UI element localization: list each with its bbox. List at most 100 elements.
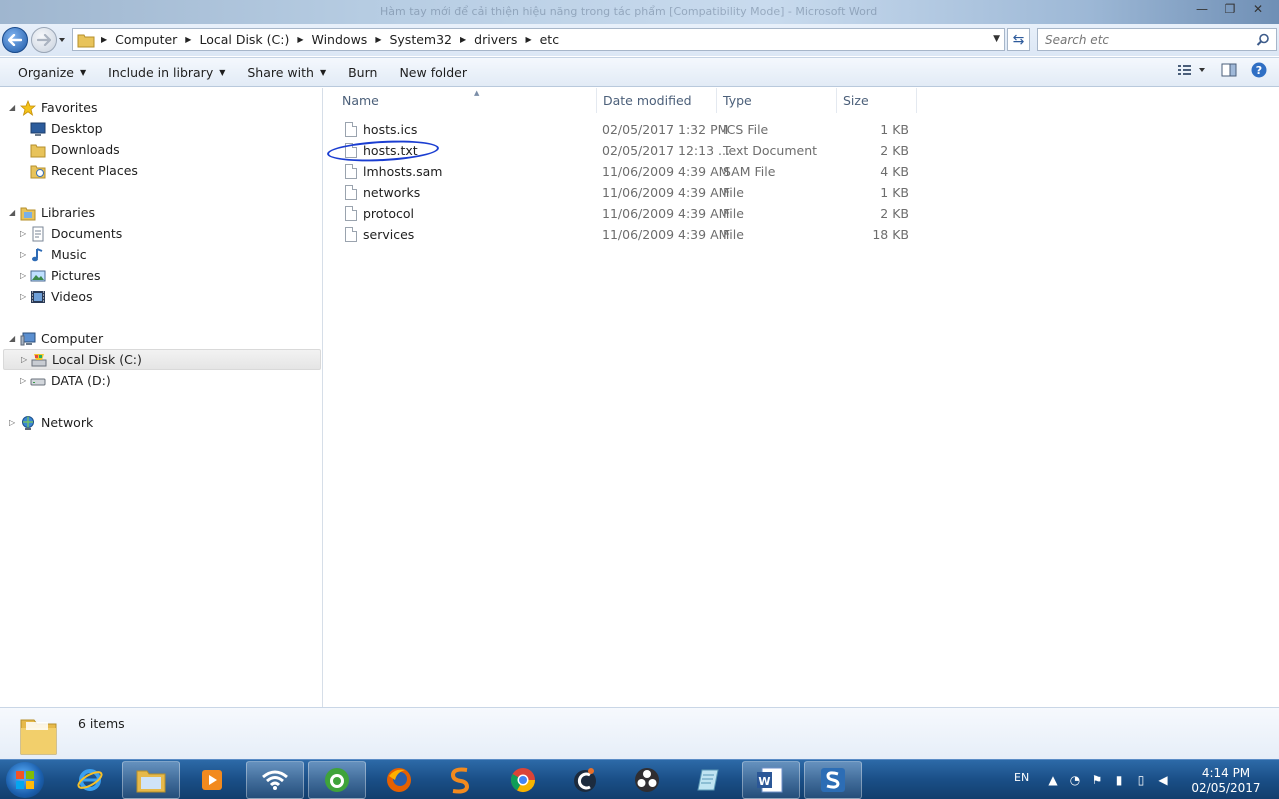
column-header-type[interactable]: Type xyxy=(717,88,837,113)
nav-data-disk[interactable]: ▷ DATA (D:) xyxy=(0,370,320,391)
taskbar-sublime[interactable] xyxy=(431,761,489,799)
column-header-name[interactable]: Name ▲ xyxy=(336,88,597,113)
breadcrumb: ▶ Computer ▶ Local Disk (C:) ▶ Windows ▶… xyxy=(95,29,565,50)
breadcrumb-drivers[interactable]: drivers xyxy=(468,32,523,47)
taskbar-wifi-app[interactable] xyxy=(246,761,304,799)
taskbar-internet-explorer[interactable] xyxy=(61,761,119,799)
expanded-arrow-icon[interactable]: ◢ xyxy=(9,334,19,343)
taskbar-ccleaner[interactable] xyxy=(556,761,614,799)
taskbar-word[interactable]: W xyxy=(742,761,800,799)
nav-computer[interactable]: ◢ Computer xyxy=(0,328,320,349)
nav-recent-places-label: Recent Places xyxy=(51,163,138,178)
chevron-down-icon: ▼ xyxy=(219,67,226,77)
file-row[interactable]: protocol 11/06/2009 4:39 AM File 2 KB xyxy=(342,203,922,224)
breadcrumb-separator-icon[interactable]: ▶ xyxy=(523,35,533,44)
nav-local-disk-label: Local Disk (C:) xyxy=(52,352,142,367)
nav-libraries[interactable]: ◢ Libraries xyxy=(0,202,320,223)
collapsed-arrow-icon[interactable]: ▷ xyxy=(20,250,30,259)
taskbar-media-player[interactable] xyxy=(183,761,241,799)
file-icon xyxy=(345,164,357,179)
preview-pane-icon[interactable] xyxy=(1221,63,1237,77)
maximize-button[interactable]: ❐ xyxy=(1217,0,1243,18)
breadcrumb-separator-icon[interactable]: ▶ xyxy=(373,35,383,44)
collapsed-arrow-icon[interactable]: ▷ xyxy=(20,229,30,238)
close-button[interactable]: ✕ xyxy=(1245,0,1271,18)
breadcrumb-system32[interactable]: System32 xyxy=(383,32,458,47)
new-folder-button[interactable]: New folder xyxy=(388,58,478,86)
minimize-button[interactable]: — xyxy=(1189,0,1215,18)
nav-desktop[interactable]: Desktop xyxy=(0,118,320,139)
nav-network[interactable]: ▷ Network xyxy=(0,412,320,433)
nav-music[interactable]: ▷ Music xyxy=(0,244,320,265)
file-row[interactable]: lmhosts.sam 11/06/2009 4:39 AM SAM File … xyxy=(342,161,922,182)
drive-icon xyxy=(30,378,46,385)
show-hidden-icons-icon[interactable]: ▲ xyxy=(1045,772,1061,788)
breadcrumb-computer[interactable]: Computer xyxy=(109,32,183,47)
signal-bars-icon[interactable]: ▮ xyxy=(1111,772,1127,788)
file-row[interactable]: hosts.ics 02/05/2017 1:32 PM ICS File 1 … xyxy=(342,119,922,140)
breadcrumb-separator-icon[interactable]: ▶ xyxy=(458,35,468,44)
organize-button[interactable]: Organize ▼ xyxy=(0,58,97,86)
recent-pages-chevron-icon[interactable] xyxy=(58,36,66,44)
address-dropdown-icon[interactable]: ▼ xyxy=(993,34,1000,44)
nav-pictures[interactable]: ▷ Pictures xyxy=(0,265,320,286)
breadcrumb-etc[interactable]: etc xyxy=(534,32,565,47)
collapsed-arrow-icon[interactable]: ▷ xyxy=(20,292,30,301)
taskbar-chrome[interactable] xyxy=(494,761,552,799)
nav-documents[interactable]: ▷ Documents xyxy=(0,223,320,244)
nav-data-disk-label: DATA (D:) xyxy=(51,373,111,388)
file-row[interactable]: networks 11/06/2009 4:39 AM File 1 KB xyxy=(342,182,922,203)
start-button[interactable] xyxy=(6,762,44,798)
help-icon[interactable]: ? xyxy=(1251,62,1267,78)
clock[interactable]: 4:14 PM 02/05/2017 xyxy=(1190,766,1262,796)
taskbar-notes[interactable] xyxy=(680,761,738,799)
nav-recent-places[interactable]: Recent Places xyxy=(0,160,320,181)
breadcrumb-separator-icon[interactable]: ▶ xyxy=(183,35,193,44)
expanded-arrow-icon[interactable]: ◢ xyxy=(9,103,19,112)
taskbar-explorer[interactable] xyxy=(122,761,180,799)
burn-button[interactable]: Burn xyxy=(337,58,388,86)
breadcrumb-windows[interactable]: Windows xyxy=(306,32,374,47)
search-icon[interactable] xyxy=(1256,33,1270,47)
item-count: 6 items xyxy=(78,716,125,731)
taskbar-coccoc[interactable] xyxy=(308,761,366,799)
forward-button[interactable] xyxy=(31,27,57,53)
volume-icon[interactable]: ◀ xyxy=(1155,772,1171,788)
nav-favorites[interactable]: ◢ Favorites xyxy=(0,97,320,118)
taskbar-obs[interactable] xyxy=(618,761,676,799)
collapsed-arrow-icon[interactable]: ▷ xyxy=(21,355,31,364)
column-header-date[interactable]: Date modified xyxy=(597,88,717,113)
language-indicator[interactable]: EN xyxy=(1014,771,1029,784)
network-icon xyxy=(22,415,34,430)
search-box[interactable] xyxy=(1037,28,1277,51)
file-date: 11/06/2009 4:39 AM xyxy=(602,185,730,200)
nav-downloads[interactable]: Downloads xyxy=(0,139,320,160)
breadcrumb-separator-icon[interactable]: ▶ xyxy=(99,35,109,44)
collapsed-arrow-icon[interactable]: ▷ xyxy=(20,271,30,280)
nav-local-disk[interactable]: ▷ Local Disk (C:) xyxy=(3,349,321,370)
media-player-icon xyxy=(202,770,222,790)
include-in-library-button[interactable]: Include in library ▼ xyxy=(97,58,236,86)
expanded-arrow-icon[interactable]: ◢ xyxy=(9,208,19,217)
vpn-icon[interactable]: ◔ xyxy=(1067,772,1083,788)
address-bar[interactable]: ▶ Computer ▶ Local Disk (C:) ▶ Windows ▶… xyxy=(72,28,1005,51)
obs-icon xyxy=(635,768,659,792)
collapsed-arrow-icon[interactable]: ▷ xyxy=(20,376,30,385)
share-with-button[interactable]: Share with ▼ xyxy=(236,58,337,86)
breadcrumb-local-disk[interactable]: Local Disk (C:) xyxy=(193,32,295,47)
collapsed-arrow-icon[interactable]: ▷ xyxy=(9,418,19,427)
file-row[interactable]: services 11/06/2009 4:39 AM File 18 KB xyxy=(342,224,922,245)
file-name: services xyxy=(363,227,415,242)
search-input[interactable] xyxy=(1038,29,1243,50)
nav-videos[interactable]: ▷ Videos xyxy=(0,286,320,307)
column-header-size[interactable]: Size xyxy=(837,88,917,113)
taskbar-s-app[interactable] xyxy=(804,761,862,799)
action-center-flag-icon[interactable]: ⚑ xyxy=(1089,772,1105,788)
view-options-icon[interactable] xyxy=(1177,63,1207,77)
back-button[interactable] xyxy=(2,27,28,53)
breadcrumb-separator-icon[interactable]: ▶ xyxy=(295,35,305,44)
refresh-button[interactable]: ⇆ xyxy=(1007,28,1030,51)
taskbar-firefox[interactable] xyxy=(370,761,428,799)
file-row[interactable]: hosts.txt 02/05/2017 12:13 ... Text Docu… xyxy=(342,140,922,161)
power-icon[interactable]: ▯ xyxy=(1133,772,1149,788)
